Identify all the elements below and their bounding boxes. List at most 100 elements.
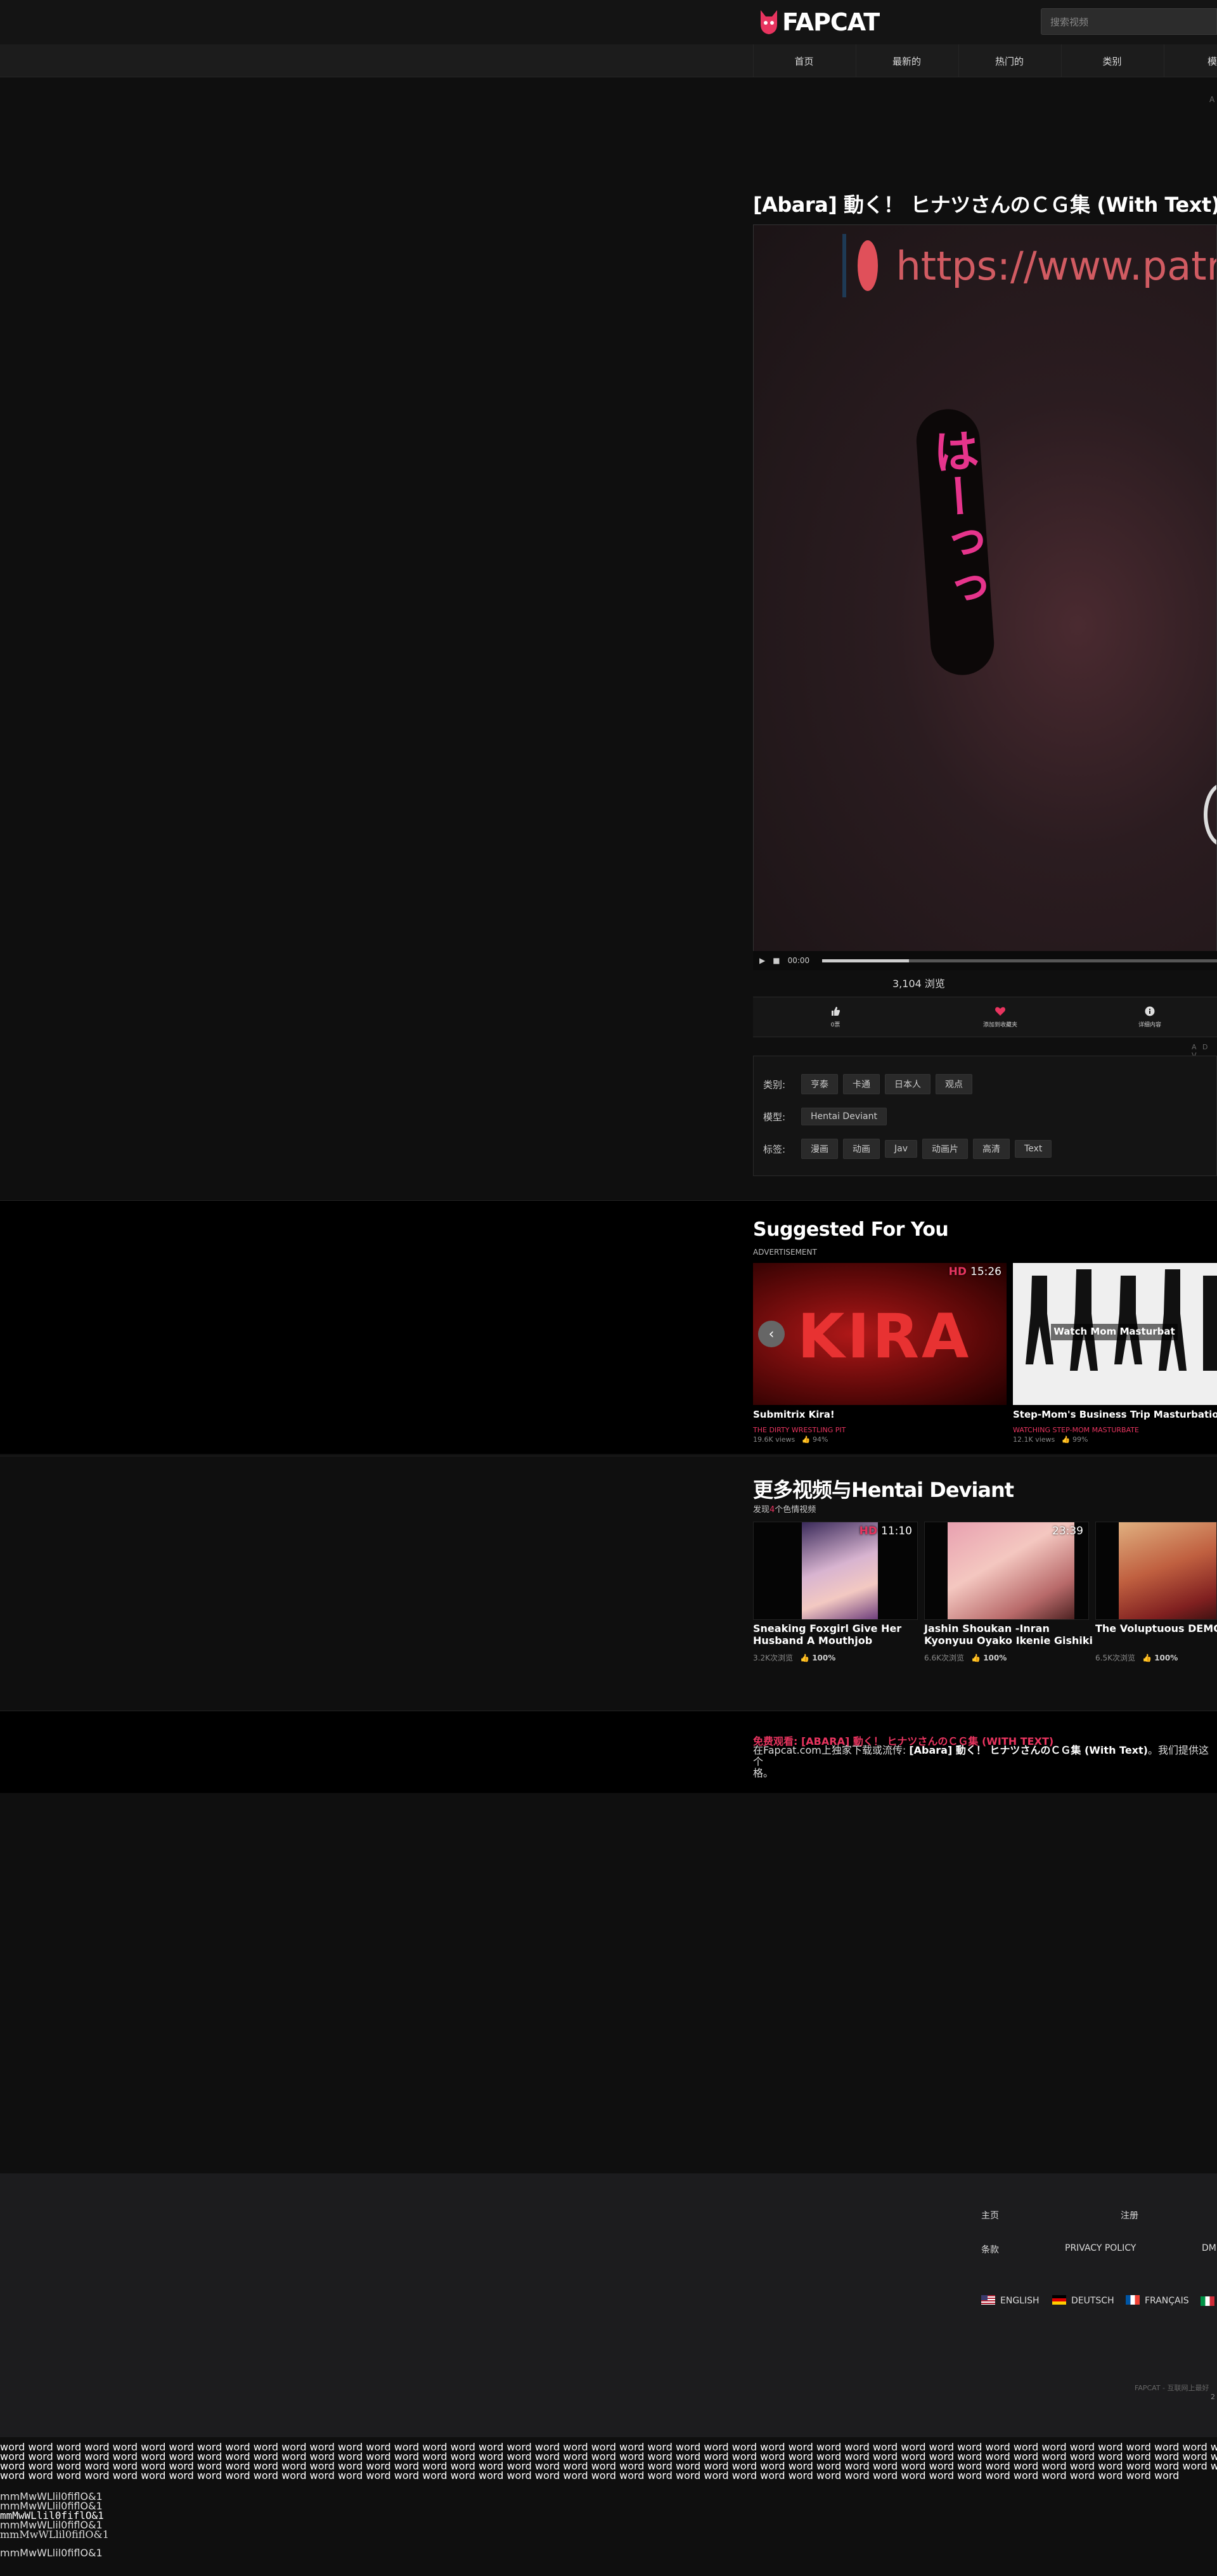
like-count: 0票: [830, 1021, 840, 1028]
nav-item-models[interactable]: 模: [1164, 44, 1217, 77]
video-card-stats: 6.6K次浏览 👍 100%: [924, 1654, 1007, 1662]
category-chip[interactable]: 日本人: [885, 1074, 930, 1094]
copyright: FAPCAT - 互联网上最好: [1135, 2384, 1209, 2392]
suggested-card-thumb[interactable]: KIRA HD 15:26: [753, 1263, 1007, 1405]
record-dot-icon: [857, 240, 879, 291]
logo-text: FAPCAT: [782, 8, 880, 36]
thumb-image: [1119, 1522, 1216, 1619]
favorite-button[interactable]: 添加到收藏夹: [918, 997, 1083, 1037]
video-card-thumb[interactable]: HD 11:10: [753, 1522, 918, 1620]
suggested-video-title[interactable]: Submitrix Kira!: [753, 1409, 835, 1420]
site-logo[interactable]: FAPCAT: [758, 4, 880, 41]
current-time: 00:00: [787, 956, 810, 965]
nav-item-latest[interactable]: 最新的: [856, 44, 957, 77]
tag-chip[interactable]: 动画: [843, 1139, 880, 1159]
video-card-title[interactable]: Jashin Shoukan -Inran Kyonyuu Oyako Iken…: [924, 1622, 1095, 1647]
video-card-title[interactable]: The Voluptuous DEMO QUEEN And Our Shoe: [1095, 1622, 1217, 1634]
tag-chip[interactable]: 高清: [973, 1139, 1010, 1159]
thumbs-up-icon: [830, 1006, 840, 1018]
search-placeholder: 搜索视频: [1050, 16, 1089, 28]
thumb-text: Watch Mom Masturbat: [1053, 1326, 1175, 1337]
tag-chip[interactable]: Jav: [885, 1140, 917, 1158]
play-icon[interactable]: ▶: [759, 956, 765, 965]
suggested-title: Suggested For You: [753, 1219, 949, 1241]
footer-link-register[interactable]: 注册: [1121, 2209, 1138, 2222]
video-card-thumb[interactable]: [1095, 1522, 1217, 1620]
advertisement-label: ADVERTISEMENT: [753, 1248, 817, 1257]
info-icon: [1145, 1006, 1155, 1018]
thumbs-up-icon: 👍: [1061, 1435, 1071, 1444]
models-label: 模型:: [763, 1111, 786, 1123]
footer-link-terms[interactable]: 条款: [981, 2243, 999, 2256]
suggested-channel[interactable]: THE DIRTY WRESTLING PIT: [753, 1426, 846, 1434]
duration-badge: HD 15:26: [948, 1265, 1001, 1278]
player-controls: ▶ ■ 00:00: [753, 951, 1217, 970]
suggested-stats: 19.6K views 👍 94%: [753, 1435, 828, 1444]
suggested-video-title[interactable]: Step-Mom's Business Trip Masturbatio: [1013, 1409, 1217, 1420]
footer-link-privacy[interactable]: PRIVACY POLICY: [1065, 2243, 1136, 2253]
tag-chip[interactable]: 漫画: [801, 1139, 838, 1159]
suggested-stats: 12.1K views 👍 99%: [1013, 1435, 1088, 1444]
chevron-left-icon: ‹: [768, 1326, 775, 1342]
overlay-url: https://www.patr: [896, 242, 1217, 289]
top-bar: [0, 0, 1217, 44]
tag-chip[interactable]: Text: [1015, 1140, 1052, 1158]
category-chip[interactable]: 观点: [936, 1074, 972, 1094]
thumbs-up-icon: 👍: [800, 1654, 810, 1662]
germany-flag-icon: [1052, 2295, 1066, 2305]
glyph-test-lines: mmMwWLlil0fiflO&1 mmMwWLlil0fiflO&1 mmMw…: [0, 2490, 109, 2559]
footer-link-dmca[interactable]: DM: [1202, 2243, 1216, 2253]
filler-text: word word word word word word word word …: [0, 2442, 1217, 2482]
more-videos-title: 更多视频与Hentai Deviant: [753, 1478, 1014, 1502]
favorite-label: 添加到收藏夹: [982, 1021, 1017, 1028]
video-card-title[interactable]: Sneaking Foxgirl Give Her Husband A Mout…: [753, 1622, 924, 1647]
info-button[interactable]: 详细内容: [1083, 997, 1217, 1037]
language-francais[interactable]: FRANÇAIS: [1126, 2295, 1189, 2306]
view-count: 3,104 浏览: [892, 978, 945, 990]
progress-fill: [822, 959, 910, 962]
category-chip[interactable]: 卡通: [843, 1074, 880, 1094]
cat-logo-icon: [758, 8, 780, 37]
video-card-stats: 3.2K次浏览 👍 100%: [753, 1654, 836, 1662]
progress-track[interactable]: [822, 959, 1217, 962]
carousel-prev-button[interactable]: ‹: [758, 1321, 785, 1347]
video-overlay-banner: https://www.patr: [842, 231, 1217, 300]
more-videos-count: 发现4个色情视频: [753, 1505, 816, 1515]
download-description: 在Fapcat.com上独家下载或流传: [Abara] 動く！ ヒナツさんのＣ…: [753, 1744, 1209, 1779]
tags-row: 标签: 漫画 动画 Jav 动画片 高清 Text: [763, 1138, 1052, 1160]
thumbs-up-icon: 👍: [801, 1435, 811, 1444]
nav-item-home[interactable]: 首页: [753, 44, 854, 77]
footer-link-home[interactable]: 主页: [981, 2209, 999, 2222]
suggested-channel[interactable]: WATCHING STEP-MOM MASTURBATE: [1013, 1426, 1139, 1434]
copyright-year: 2: [1211, 2393, 1215, 2401]
video-title: [Abara] 動く！ ヒナツさんのＣＧ集 (With Text): [753, 193, 1217, 217]
thumbs-up-icon: 👍: [971, 1654, 981, 1662]
nav-item-categories[interactable]: 类别: [1061, 44, 1162, 77]
suggested-card-thumb[interactable]: Watch Mom Masturbat: [1013, 1263, 1217, 1405]
tag-chip[interactable]: 动画片: [922, 1139, 968, 1159]
video-card-stats: 6.5K次浏览 👍 100%: [1095, 1654, 1178, 1662]
video-player[interactable]: https://www.patr はーっっ: [753, 224, 1217, 954]
model-chip[interactable]: Hentai Deviant: [801, 1108, 887, 1125]
category-chip[interactable]: 亨泰: [801, 1074, 838, 1094]
us-flag-icon: [981, 2295, 995, 2305]
duration-badge: 23:39: [1052, 1525, 1083, 1537]
models-row: 模型: Hentai Deviant: [763, 1106, 887, 1127]
thumb-text: KIRA: [797, 1301, 972, 1372]
italy-flag-icon[interactable]: [1201, 2295, 1217, 2307]
info-label: 详细内容: [1138, 1021, 1161, 1028]
overlay-bar: [842, 234, 846, 297]
categories-label: 类别:: [763, 1078, 786, 1091]
categories-row: 类别: 亨泰 卡通 日本人 观点: [763, 1073, 972, 1095]
language-english[interactable]: ENGLISH: [981, 2295, 1040, 2306]
like-button[interactable]: 0票: [753, 997, 918, 1037]
video-card-thumb[interactable]: 23:39: [924, 1522, 1089, 1620]
search-input[interactable]: 搜索视频: [1041, 8, 1217, 35]
ad-label: A: [1209, 95, 1215, 104]
stop-icon[interactable]: ■: [773, 956, 780, 965]
language-deutsch[interactable]: DEUTSCH: [1052, 2295, 1114, 2306]
tags-label: 标签:: [763, 1143, 786, 1155]
france-flag-icon: [1126, 2295, 1140, 2305]
nav-item-popular[interactable]: 热门的: [958, 44, 1060, 77]
thumbs-up-icon: 👍: [1142, 1654, 1152, 1662]
